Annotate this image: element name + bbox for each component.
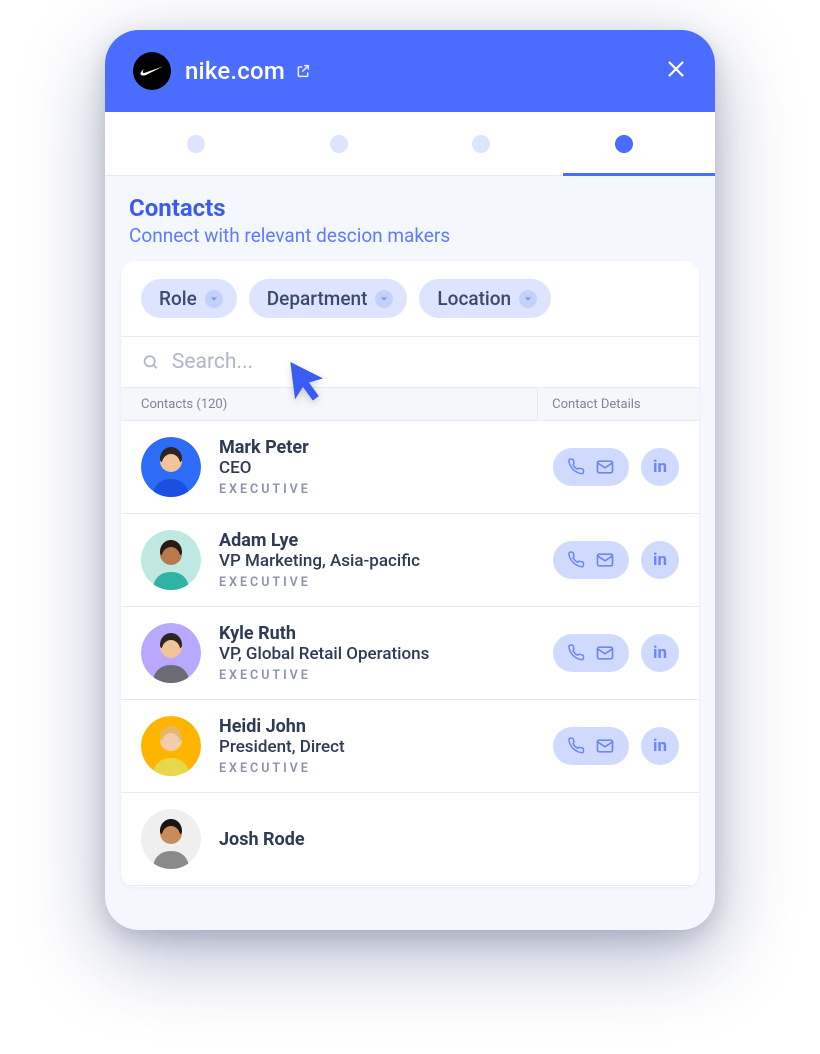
linkedin-icon: in — [653, 457, 667, 477]
content-area: Contacts Connect with relevant descion m… — [105, 176, 715, 930]
search-input[interactable] — [170, 349, 679, 375]
filter-label: Location — [437, 287, 511, 310]
contact-role: President, Direct — [219, 737, 535, 757]
avatar — [141, 716, 201, 776]
phone-email-button[interactable] — [553, 448, 629, 486]
section-title: Contacts — [129, 194, 691, 222]
close-icon — [665, 58, 687, 80]
contact-badge: EXECUTIVE — [219, 668, 535, 683]
contact-info: Heidi John President, Direct EXECUTIVE — [219, 716, 535, 776]
chevron-down-icon — [375, 290, 393, 308]
contact-role: CEO — [219, 458, 535, 478]
email-icon — [595, 550, 615, 570]
linkedin-icon: in — [653, 550, 667, 570]
phone-email-button[interactable] — [553, 727, 629, 765]
contact-row[interactable]: Kyle Ruth VP, Global Retail Operations E… — [121, 607, 699, 700]
active-tab-underline — [563, 173, 716, 176]
chevron-down-icon — [519, 290, 537, 308]
contact-name: Mark Peter — [219, 437, 535, 458]
company-contacts-panel: nike.com Contacts Connect with relevant … — [105, 30, 715, 930]
contact-actions: in — [553, 727, 679, 765]
contact-name: Adam Lye — [219, 530, 535, 551]
tab-strip — [105, 112, 715, 176]
company-logo — [133, 52, 171, 90]
contact-actions: in — [553, 634, 679, 672]
filter-bar: Role Department Location — [121, 261, 699, 337]
filter-location[interactable]: Location — [419, 279, 551, 318]
tab-1[interactable] — [187, 135, 205, 153]
contact-actions: in — [553, 541, 679, 579]
contact-actions: in — [553, 448, 679, 486]
avatar — [141, 623, 201, 683]
phone-email-button[interactable] — [553, 634, 629, 672]
contact-role: VP, Global Retail Operations — [219, 644, 535, 664]
search-row — [121, 337, 699, 387]
avatar — [141, 809, 201, 869]
linkedin-icon: in — [653, 736, 667, 756]
contact-badge: EXECUTIVE — [219, 575, 535, 590]
phone-icon — [567, 458, 585, 476]
contact-info: Mark Peter CEO EXECUTIVE — [219, 437, 535, 497]
linkedin-button[interactable]: in — [641, 634, 679, 672]
contact-role: VP Marketing, Asia-pacific — [219, 551, 535, 571]
avatar — [141, 530, 201, 590]
open-external-icon — [295, 63, 311, 79]
email-icon — [595, 457, 615, 477]
contact-row[interactable]: Mark Peter CEO EXECUTIVE in — [121, 421, 699, 514]
panel-header: nike.com — [105, 30, 715, 112]
phone-icon — [567, 737, 585, 755]
tab-4-contacts[interactable] — [615, 135, 633, 153]
header-left: nike.com — [133, 52, 311, 90]
contact-info: Josh Rode — [219, 829, 535, 850]
filter-role[interactable]: Role — [141, 279, 237, 318]
chevron-down-icon — [205, 290, 223, 308]
tab-3[interactable] — [472, 135, 490, 153]
filter-label: Role — [159, 287, 197, 310]
linkedin-button[interactable]: in — [641, 727, 679, 765]
filter-department[interactable]: Department — [249, 279, 408, 318]
col-header-details: Contact Details — [537, 388, 699, 420]
contacts-card: Role Department Location — [121, 261, 699, 887]
col-header-contacts: Contacts (120) — [121, 397, 537, 412]
tab-2[interactable] — [330, 135, 348, 153]
contact-info: Adam Lye VP Marketing, Asia-pacific EXEC… — [219, 530, 535, 590]
contact-name: Josh Rode — [219, 829, 535, 850]
avatar — [141, 437, 201, 497]
section-headings: Contacts Connect with relevant descion m… — [105, 194, 715, 261]
contacts-list: Mark Peter CEO EXECUTIVE in Adam Lye VP … — [121, 421, 699, 887]
section-subtitle: Connect with relevant descion makers — [129, 224, 691, 247]
close-button[interactable] — [665, 58, 687, 84]
filter-label: Department — [267, 287, 368, 310]
contact-row[interactable]: Adam Lye VP Marketing, Asia-pacific EXEC… — [121, 514, 699, 607]
contact-row[interactable]: Josh Rode in — [121, 793, 699, 886]
phone-email-button[interactable] — [553, 541, 629, 579]
domain-text: nike.com — [185, 57, 285, 85]
email-icon — [595, 736, 615, 756]
table-column-header: Contacts (120) Contact Details — [121, 387, 699, 421]
search-icon — [141, 352, 160, 372]
contact-badge: EXECUTIVE — [219, 482, 535, 497]
linkedin-button[interactable]: in — [641, 448, 679, 486]
company-domain[interactable]: nike.com — [185, 57, 311, 85]
contact-name: Heidi John — [219, 716, 535, 737]
swoosh-icon — [139, 58, 165, 84]
phone-icon — [567, 644, 585, 662]
contact-info: Kyle Ruth VP, Global Retail Operations E… — [219, 623, 535, 683]
contact-name: Kyle Ruth — [219, 623, 535, 644]
linkedin-button[interactable]: in — [641, 541, 679, 579]
phone-icon — [567, 551, 585, 569]
email-icon — [595, 643, 615, 663]
contact-badge: EXECUTIVE — [219, 761, 535, 776]
linkedin-icon: in — [653, 643, 667, 663]
contact-row[interactable]: Heidi John President, Direct EXECUTIVE i… — [121, 700, 699, 793]
